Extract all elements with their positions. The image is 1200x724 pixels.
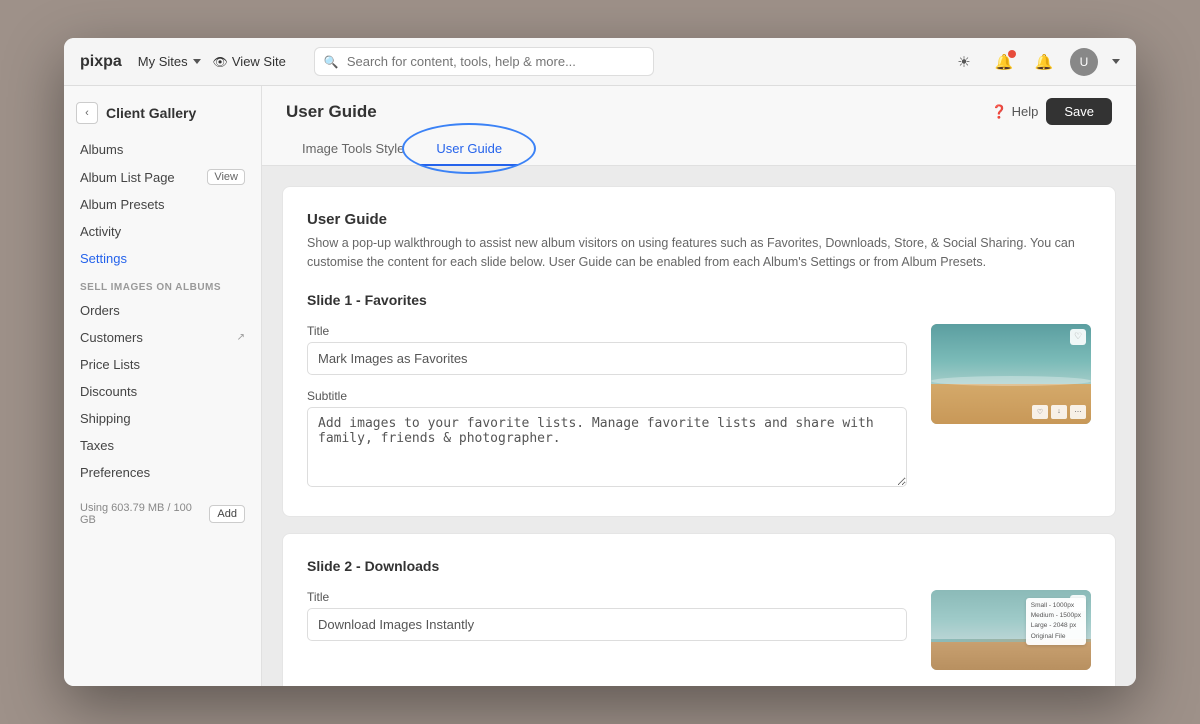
sidebar-item-label: Discounts [80, 384, 137, 399]
eye-icon: 👁 [213, 55, 228, 69]
beach-sand-2 [931, 642, 1091, 670]
notification-bell-btn[interactable]: 🔔 [990, 48, 1018, 76]
sidebar-item-label: Taxes [80, 438, 114, 453]
sidebar-item-customers[interactable]: Customers ↗ [64, 324, 261, 351]
slide2-card: Slide 2 - Downloads Title ♡ [282, 533, 1116, 687]
notification-badge [1008, 50, 1016, 58]
help-button[interactable]: ❓ Help [991, 104, 1038, 120]
download-panel: Small - 1000px Medium - 1500px Large - 2… [1026, 598, 1086, 646]
my-sites-label: My Sites [138, 54, 188, 69]
slide2-form: Title [307, 590, 907, 670]
search-input[interactable] [314, 47, 654, 76]
download-large-label: Large - 2048 px [1031, 621, 1081, 631]
topbar-icons: ☀ 🔔 🔔 U [950, 48, 1120, 76]
view-site-label: View Site [232, 54, 286, 69]
content-area: User Guide ❓ Help Save Image Tools Style… [262, 86, 1136, 686]
slide1-title-input[interactable] [307, 342, 907, 375]
avatar-chevron-icon [1112, 59, 1120, 64]
main-layout: ‹ Client Gallery Albums Album List Page … [64, 86, 1136, 686]
add-storage-button[interactable]: Add [209, 505, 245, 523]
sidebar-item-label: Customers [80, 330, 143, 345]
search-area: 🔍 [314, 47, 922, 76]
content-header: User Guide ❓ Help Save Image Tools Style… [262, 86, 1136, 166]
beach-wave [931, 376, 1091, 386]
storage-label: Using 603.79 MB / 100 GB [80, 502, 203, 526]
slide2-title: Slide 2 - Downloads [307, 558, 1091, 574]
sidebar-item-taxes[interactable]: Taxes [64, 432, 261, 459]
slide2-image: ♡ Small - 1000px Medium - 1500px Large -… [931, 590, 1091, 670]
sidebar-item-album-presets[interactable]: Album Presets [64, 191, 261, 218]
slide1-content: Title Subtitle Add images to your favori… [307, 324, 1091, 492]
sun-icon-btn[interactable]: ☀ [950, 48, 978, 76]
sidebar-item-discounts[interactable]: Discounts [64, 378, 261, 405]
page-title: User Guide [286, 102, 377, 122]
user-guide-card-description: Show a pop-up walkthrough to assist new … [307, 234, 1091, 272]
alert-bell-btn[interactable]: 🔔 [1030, 48, 1058, 76]
slide1-title-label: Title [307, 324, 907, 338]
download-small-label: Small - 1000px [1031, 601, 1081, 611]
external-link-icon: ↗ [237, 332, 245, 343]
sidebar-item-label: Album List Page [80, 170, 175, 185]
heart-btn: ♡ [1032, 405, 1048, 419]
my-sites-menu[interactable]: My Sites [138, 54, 201, 69]
sidebar-item-album-list-page[interactable]: Album List Page View [64, 163, 261, 191]
sidebar-item-label: Orders [80, 303, 120, 318]
download-btn: ↓ [1051, 405, 1067, 419]
sidebar-item-label: Preferences [80, 465, 150, 480]
heart-icon: ♡ [1070, 329, 1086, 345]
view-site-link[interactable]: 👁 View Site [213, 54, 286, 69]
slide1-image: ♡ ♡ ↓ ⋯ [931, 324, 1091, 492]
download-original-label: Original File [1031, 632, 1081, 642]
slide1-title: Slide 1 - Favorites [307, 292, 1091, 308]
slide2-content: Title ♡ Small - 1000px Medium - 1500px [307, 590, 1091, 670]
slide2-preview-image: ♡ Small - 1000px Medium - 1500px Large -… [931, 590, 1091, 670]
title-actions: ❓ Help Save [991, 98, 1112, 125]
avatar[interactable]: U [1070, 48, 1098, 76]
topbar: pixpa My Sites 👁 View Site 🔍 ☀ 🔔 🔔 U [64, 38, 1136, 86]
sidebar-footer: Using 603.79 MB / 100 GB Add [64, 486, 261, 542]
sidebar-item-label: Shipping [80, 411, 131, 426]
sidebar-item-label: Price Lists [80, 357, 140, 372]
sidebar-item-label: Album Presets [80, 197, 165, 212]
sidebar-item-price-lists[interactable]: Price Lists [64, 351, 261, 378]
slide2-title-input[interactable] [307, 608, 907, 641]
my-sites-chevron-icon [193, 59, 201, 64]
view-button[interactable]: View [207, 169, 245, 185]
logo: pixpa [80, 53, 122, 71]
share-btn: ⋯ [1070, 405, 1086, 419]
user-guide-card-title: User Guide [307, 211, 1091, 228]
tab-user-guide[interactable]: User Guide [420, 133, 518, 166]
app-window: pixpa My Sites 👁 View Site 🔍 ☀ 🔔 🔔 U [64, 38, 1136, 686]
slide1-preview-image: ♡ ♡ ↓ ⋯ [931, 324, 1091, 424]
sell-section-label: Sell Images on Albums [64, 272, 261, 297]
slide1-subtitle-label: Subtitle [307, 389, 907, 403]
sidebar-item-settings[interactable]: Settings [64, 245, 261, 272]
sidebar-back-btn[interactable]: ‹ [76, 102, 98, 124]
download-medium-label: Medium - 1500px [1031, 611, 1081, 621]
search-icon: 🔍 [324, 55, 339, 69]
slide1-subtitle-textarea[interactable]: Add images to your favorite lists. Manag… [307, 407, 907, 487]
tab-image-tools-style[interactable]: Image Tools Style [286, 133, 420, 166]
img-overlay-btns: ♡ ↓ ⋯ [1032, 405, 1086, 419]
title-row: User Guide ❓ Help Save [286, 98, 1112, 125]
sidebar-item-label: Albums [80, 142, 123, 157]
slide2-title-label: Title [307, 590, 907, 604]
sidebar-item-orders[interactable]: Orders [64, 297, 261, 324]
content-body: User Guide Show a pop-up walkthrough to … [262, 166, 1136, 686]
sidebar-item-label: Settings [80, 251, 127, 266]
sidebar-header: ‹ Client Gallery [64, 98, 261, 136]
tabs-bar: Image Tools Style User Guide [286, 133, 1112, 165]
help-circle-icon: ❓ [991, 104, 1007, 120]
slide1-form: Title Subtitle Add images to your favori… [307, 324, 907, 492]
help-label: Help [1012, 104, 1039, 119]
save-button[interactable]: Save [1046, 98, 1112, 125]
sidebar-title: Client Gallery [106, 105, 196, 121]
sidebar-item-preferences[interactable]: Preferences [64, 459, 261, 486]
user-guide-card: User Guide Show a pop-up walkthrough to … [282, 186, 1116, 517]
sidebar-item-activity[interactable]: Activity [64, 218, 261, 245]
sidebar-item-albums[interactable]: Albums [64, 136, 261, 163]
sidebar-item-shipping[interactable]: Shipping [64, 405, 261, 432]
sidebar: ‹ Client Gallery Albums Album List Page … [64, 86, 262, 686]
sidebar-item-label: Activity [80, 224, 121, 239]
